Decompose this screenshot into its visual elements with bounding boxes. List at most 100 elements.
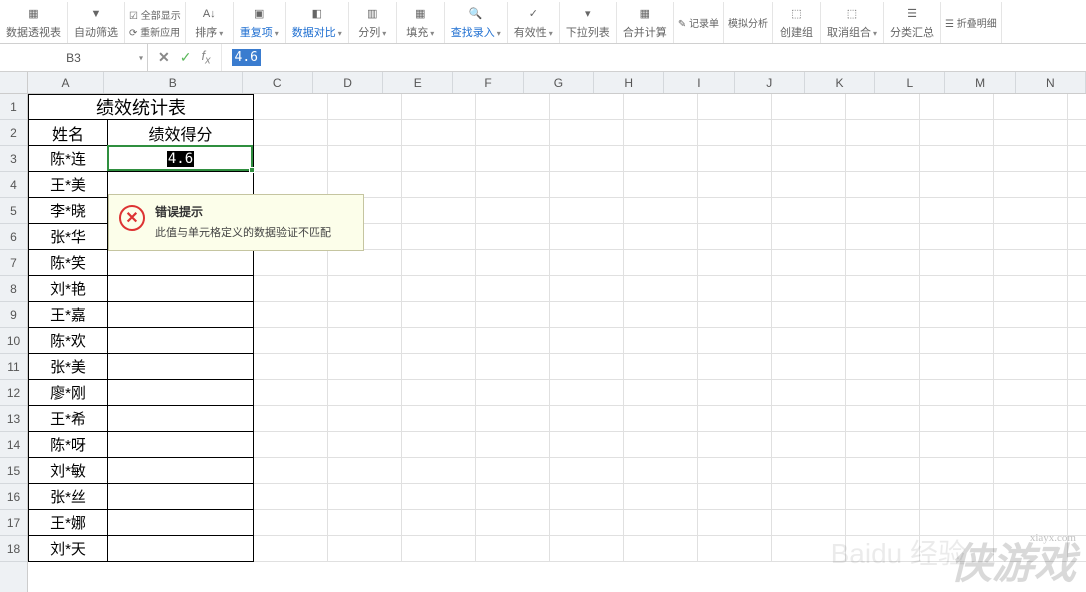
cell-D9[interactable]: [328, 302, 402, 328]
cell-H13[interactable]: [624, 406, 698, 432]
cell-F10[interactable]: [476, 328, 550, 354]
cell-J12[interactable]: [772, 380, 846, 406]
cell-F11[interactable]: [476, 354, 550, 380]
row-header-10[interactable]: 10: [0, 328, 27, 354]
cell-I9[interactable]: [698, 302, 772, 328]
ribbon-ungroup[interactable]: ⬚取消组合▾: [821, 2, 884, 43]
cell-L3[interactable]: [920, 146, 994, 172]
cell-F13[interactable]: [476, 406, 550, 432]
cell-I15[interactable]: [698, 458, 772, 484]
cell-G14[interactable]: [550, 432, 624, 458]
cell-L18[interactable]: [920, 536, 994, 562]
col-header-A[interactable]: A: [28, 72, 104, 93]
cell-A18[interactable]: 刘*天: [28, 536, 108, 562]
cell-F14[interactable]: [476, 432, 550, 458]
col-header-L[interactable]: L: [875, 72, 945, 93]
col-header-I[interactable]: I: [664, 72, 734, 93]
ribbon-filter-extra[interactable]: ☑ 全部显示 ⟳ 重新应用: [125, 2, 186, 43]
cell-E6[interactable]: [402, 224, 476, 250]
cell-E4[interactable]: [402, 172, 476, 198]
cell-B12[interactable]: [108, 380, 254, 406]
cell-K11[interactable]: [846, 354, 920, 380]
cell-M13[interactable]: [994, 406, 1068, 432]
cell-C15[interactable]: [254, 458, 328, 484]
cell-G1[interactable]: [550, 94, 624, 120]
cell-C17[interactable]: [254, 510, 328, 536]
col-header-E[interactable]: E: [383, 72, 453, 93]
cell-H16[interactable]: [624, 484, 698, 510]
cell-N4[interactable]: [1068, 172, 1086, 198]
cell-D17[interactable]: [328, 510, 402, 536]
cell-E5[interactable]: [402, 198, 476, 224]
cancel-edit-button[interactable]: ✕: [158, 49, 170, 66]
cell-A9[interactable]: 王*嘉: [28, 302, 108, 328]
cell-K1[interactable]: [846, 94, 920, 120]
ribbon-group[interactable]: ⬚创建组: [773, 2, 821, 43]
confirm-edit-button[interactable]: ✓: [180, 49, 192, 66]
cell-C1[interactable]: [254, 94, 328, 120]
col-header-K[interactable]: K: [805, 72, 875, 93]
cell-E9[interactable]: [402, 302, 476, 328]
cell-M18[interactable]: [994, 536, 1068, 562]
row-header-2[interactable]: 2: [0, 120, 27, 146]
cell-E16[interactable]: [402, 484, 476, 510]
ribbon-record[interactable]: ✎ 记录单: [674, 2, 724, 43]
cell-J4[interactable]: [772, 172, 846, 198]
cell-H17[interactable]: [624, 510, 698, 536]
row-header-6[interactable]: 6: [0, 224, 27, 250]
cell-N8[interactable]: [1068, 276, 1086, 302]
cell-L2[interactable]: [920, 120, 994, 146]
cell-D14[interactable]: [328, 432, 402, 458]
cell-L1[interactable]: [920, 94, 994, 120]
cell-I8[interactable]: [698, 276, 772, 302]
cell-E7[interactable]: [402, 250, 476, 276]
cell-A17[interactable]: 王*娜: [28, 510, 108, 536]
cell-D15[interactable]: [328, 458, 402, 484]
cell-B9[interactable]: [108, 302, 254, 328]
cell-N6[interactable]: [1068, 224, 1086, 250]
cell-L8[interactable]: [920, 276, 994, 302]
cell-K6[interactable]: [846, 224, 920, 250]
cell-M6[interactable]: [994, 224, 1068, 250]
cell-K7[interactable]: [846, 250, 920, 276]
cell-L6[interactable]: [920, 224, 994, 250]
row-header-8[interactable]: 8: [0, 276, 27, 302]
cell-C14[interactable]: [254, 432, 328, 458]
cell-F7[interactable]: [476, 250, 550, 276]
cell-B11[interactable]: [108, 354, 254, 380]
ribbon-subtotal[interactable]: ☰分类汇总: [884, 2, 941, 43]
row-header-7[interactable]: 7: [0, 250, 27, 276]
cell-F8[interactable]: [476, 276, 550, 302]
cell-M16[interactable]: [994, 484, 1068, 510]
cell-N10[interactable]: [1068, 328, 1086, 354]
cell-G15[interactable]: [550, 458, 624, 484]
cell-K18[interactable]: [846, 536, 920, 562]
cell-N12[interactable]: [1068, 380, 1086, 406]
cell-G18[interactable]: [550, 536, 624, 562]
cell-N15[interactable]: [1068, 458, 1086, 484]
col-header-H[interactable]: H: [594, 72, 664, 93]
ribbon-dropdown[interactable]: ▾下拉列表: [560, 2, 617, 43]
cell-D16[interactable]: [328, 484, 402, 510]
cell-B15[interactable]: [108, 458, 254, 484]
cell-A13[interactable]: 王*希: [28, 406, 108, 432]
cell-M1[interactable]: [994, 94, 1068, 120]
cell-G16[interactable]: [550, 484, 624, 510]
cell-C16[interactable]: [254, 484, 328, 510]
cell-A14[interactable]: 陈*呀: [28, 432, 108, 458]
row-header-1[interactable]: 1: [0, 94, 27, 120]
cell-I5[interactable]: [698, 198, 772, 224]
cell-D11[interactable]: [328, 354, 402, 380]
cell-N9[interactable]: [1068, 302, 1086, 328]
cell-K13[interactable]: [846, 406, 920, 432]
cell-E2[interactable]: [402, 120, 476, 146]
cell-E13[interactable]: [402, 406, 476, 432]
cell-F3[interactable]: [476, 146, 550, 172]
row-header-5[interactable]: 5: [0, 198, 27, 224]
cell-I12[interactable]: [698, 380, 772, 406]
cell-I3[interactable]: [698, 146, 772, 172]
cell-L11[interactable]: [920, 354, 994, 380]
cell-M12[interactable]: [994, 380, 1068, 406]
cell-M4[interactable]: [994, 172, 1068, 198]
cell-J6[interactable]: [772, 224, 846, 250]
